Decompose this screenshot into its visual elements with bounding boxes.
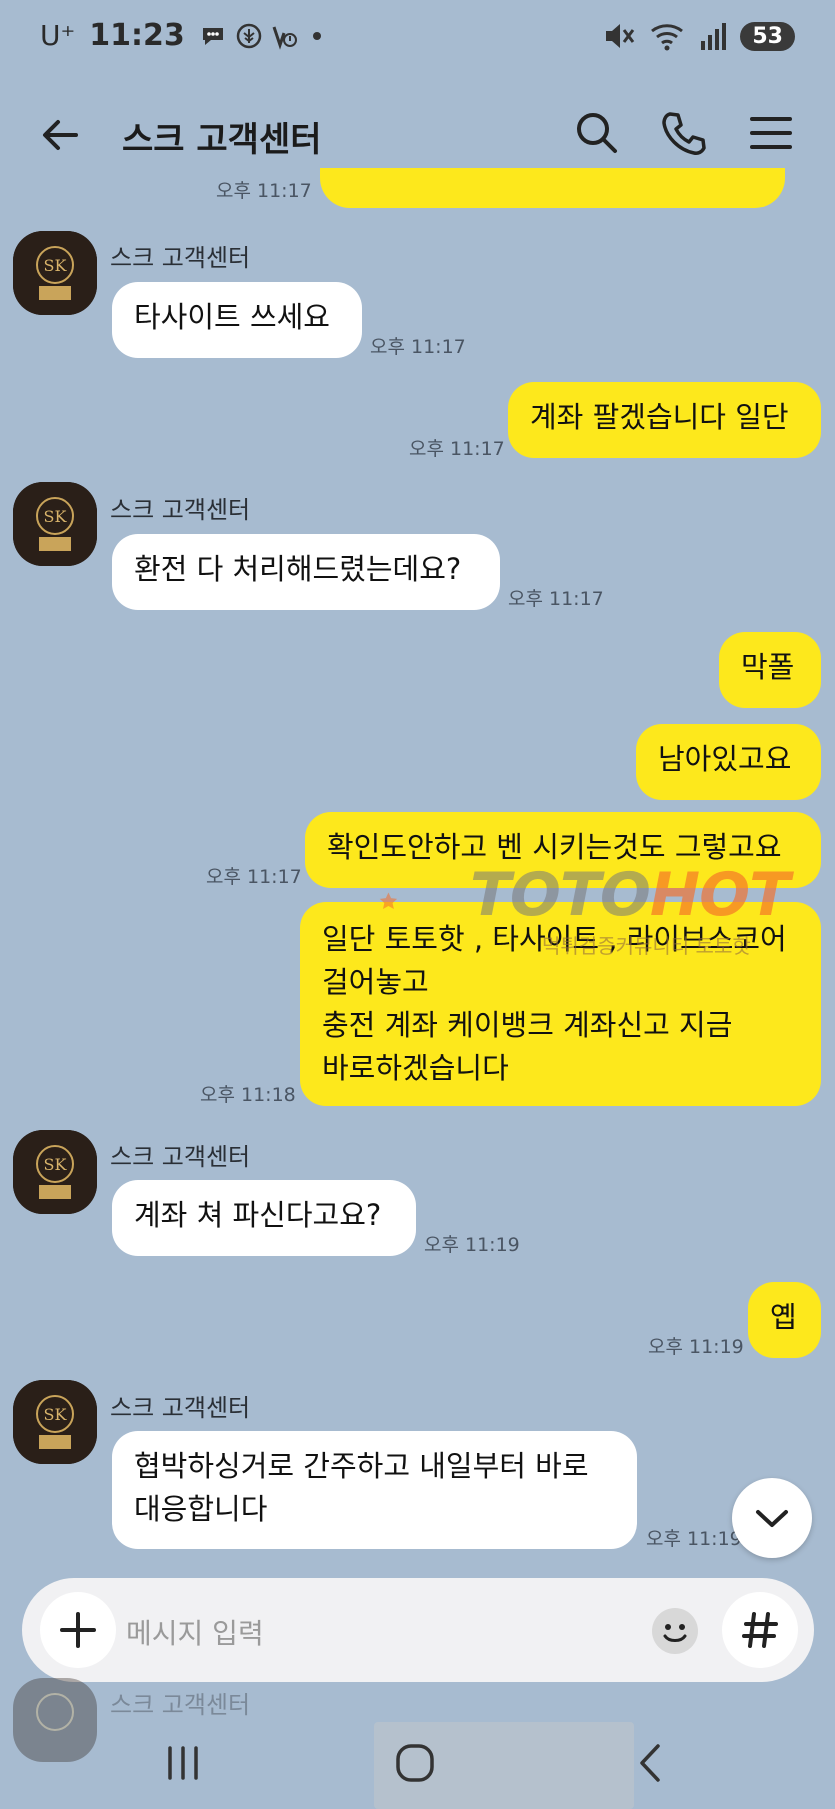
home-icon[interactable]	[390, 1738, 440, 1788]
recent-apps-icon[interactable]	[158, 1738, 208, 1788]
plus-icon	[60, 1612, 96, 1648]
message-time: 오후 11:18	[200, 1084, 296, 1106]
message-input[interactable]: 메시지 입력	[126, 1612, 264, 1652]
watermark-subtext: 먹튀검증커뮤니티 토토핫	[542, 934, 751, 958]
sk-logo-icon: SK	[13, 231, 97, 315]
avatar[interactable]: SK	[13, 482, 97, 566]
back-nav-icon[interactable]	[626, 1738, 676, 1788]
message-line: 바로하겠습니다	[322, 1051, 509, 1085]
partial-message-time: 오후 11:17	[216, 180, 312, 202]
outgoing-message[interactable]: 남아있고요	[636, 724, 821, 800]
more-dot-icon	[312, 31, 321, 40]
sender-name: 스크 고객센터	[110, 1394, 251, 1422]
status-bar: U⁺ 11:23 53	[0, 0, 835, 78]
message-line: 협박하싱거로 간주하고 내일부터 바로	[134, 1449, 589, 1483]
incoming-message[interactable]: 계좌 쳐 파신다고요?	[112, 1180, 416, 1256]
avatar[interactable]: SK	[13, 231, 97, 315]
message-time: 오후 11:17	[206, 866, 302, 888]
status-left: U⁺ 11:23	[40, 18, 321, 53]
chat-title: 스크 고객센터	[122, 120, 322, 160]
menu-icon[interactable]	[746, 108, 796, 158]
search-icon[interactable]	[572, 108, 622, 158]
sk-logo-icon: SK	[13, 1380, 97, 1464]
phone-icon[interactable]	[658, 108, 708, 158]
watermark-brand: TOTO	[470, 860, 651, 930]
sk-logo-icon: SK	[13, 482, 97, 566]
back-arrow-icon[interactable]	[36, 110, 86, 160]
svg-text:SK: SK	[44, 256, 68, 275]
app-bar: 스크 고객센터	[0, 90, 835, 180]
sender-name: 스크 고객센터	[110, 496, 251, 524]
outgoing-message[interactable]: 옙	[748, 1282, 821, 1358]
message-time: 오후 11:19	[648, 1336, 744, 1358]
watermark-text: TOTOHOT	[470, 860, 790, 930]
faded-sender-name: 스크 고객센터	[110, 1691, 251, 1719]
attach-button[interactable]	[40, 1592, 116, 1668]
sk-logo-icon	[13, 1678, 97, 1762]
clock: 11:23	[89, 18, 185, 53]
incoming-message[interactable]: 협박하싱거로 간주하고 내일부터 바로 대응합니다	[112, 1431, 637, 1549]
sender-name: 스크 고객센터	[110, 1143, 251, 1171]
watermark-logo-icon	[379, 892, 398, 910]
outgoing-message[interactable]: 계좌 팔겠습니다 일단	[508, 382, 821, 458]
faded-avatar	[13, 1678, 97, 1766]
status-right: 53	[602, 20, 795, 52]
notification-icons	[199, 22, 321, 50]
message-time: 오후 11:19	[646, 1528, 742, 1550]
partial-outgoing-bubble	[320, 168, 785, 208]
sk-logo-icon: SK	[13, 1130, 97, 1214]
hashtag-icon	[742, 1612, 778, 1648]
avatar[interactable]: SK	[13, 1130, 97, 1214]
sender-name: 스크 고객센터	[110, 244, 251, 272]
battery-indicator: 53	[740, 21, 795, 51]
message-line: 충전 계좌 케이뱅크 계좌신고 지금	[322, 1008, 733, 1042]
emoji-icon[interactable]	[650, 1606, 700, 1656]
avatar[interactable]: SK	[13, 1380, 97, 1464]
svg-text:SK: SK	[44, 1155, 68, 1174]
incoming-message[interactable]: 타사이트 쓰세요	[112, 282, 362, 358]
outgoing-message[interactable]: 막폴	[719, 632, 821, 708]
message-time: 오후 11:19	[424, 1234, 520, 1256]
mute-icon	[606, 24, 635, 48]
svg-text:SK: SK	[44, 507, 68, 526]
signal-icon	[701, 23, 727, 50]
wifi-icon	[651, 24, 684, 51]
message-line: 걸어놓고	[322, 965, 429, 999]
message-time: 오후 11:17	[508, 588, 604, 610]
incoming-message[interactable]: 환전 다 처리해드렸는데요?	[112, 534, 500, 610]
carrier-label: U⁺	[40, 19, 76, 52]
message-line: 대응합니다	[134, 1492, 268, 1526]
app-notification-icon	[272, 26, 297, 50]
chat-notification-icon	[202, 27, 223, 45]
message-input-bar: 메시지 입력	[22, 1578, 814, 1682]
svg-text:SK: SK	[44, 1405, 68, 1424]
scroll-to-bottom-button[interactable]	[732, 1478, 812, 1558]
chevron-down-icon	[756, 1510, 788, 1527]
message-time: 오후 11:17	[409, 438, 505, 460]
message-time: 오후 11:17	[370, 336, 466, 358]
watermark-brand-accent: HOT	[649, 860, 790, 930]
tree-notification-icon	[236, 23, 262, 48]
hashtag-search-button[interactable]	[722, 1592, 798, 1668]
